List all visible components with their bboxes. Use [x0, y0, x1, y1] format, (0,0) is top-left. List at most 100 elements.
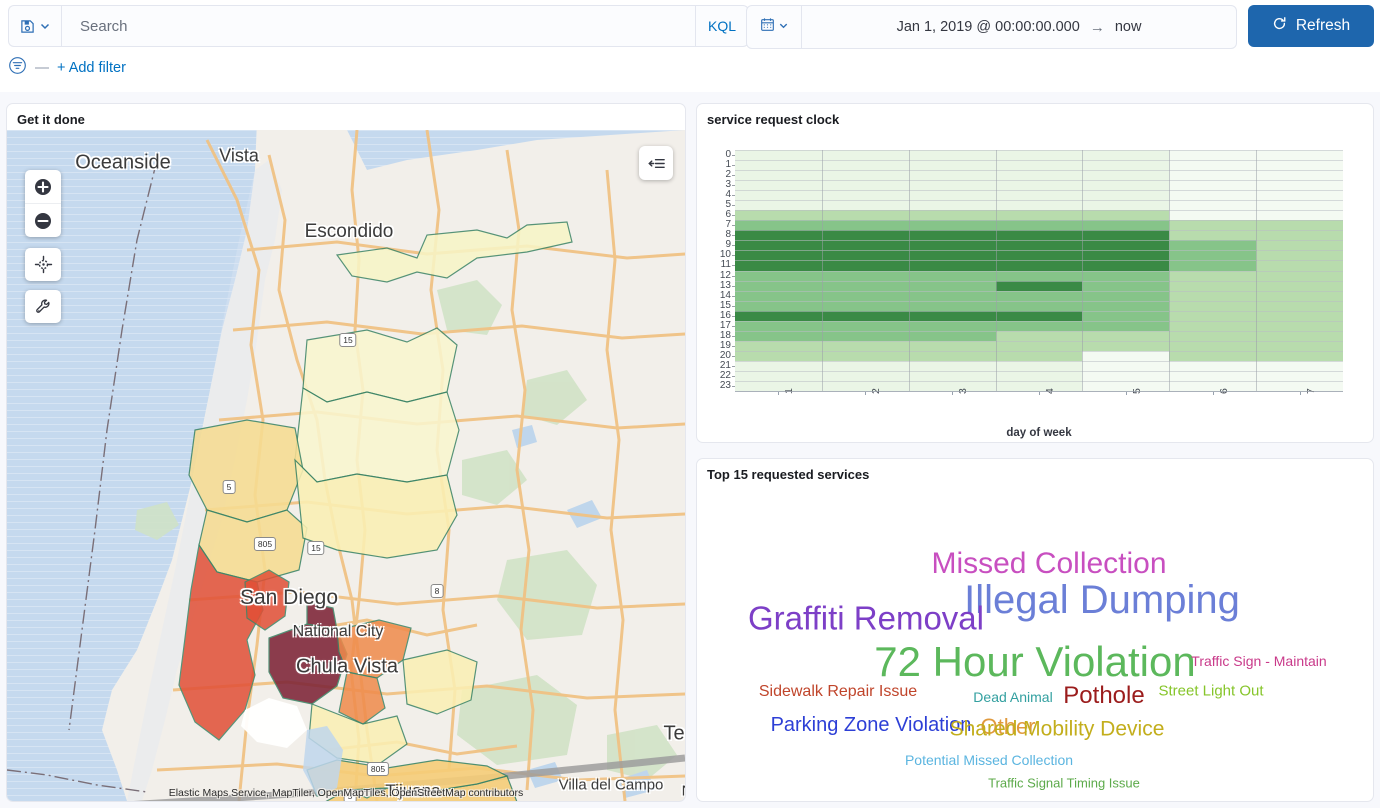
heatmap-cell[interactable] — [1169, 321, 1256, 331]
heatmap-cell[interactable] — [1082, 260, 1169, 270]
heatmap-cell[interactable] — [996, 331, 1083, 341]
heatmap-cell[interactable] — [1082, 250, 1169, 260]
heatmap-cell[interactable] — [822, 230, 909, 240]
heatmap-cell[interactable] — [1169, 190, 1256, 200]
tagcloud-word[interactable]: Missed Collection — [931, 549, 1166, 579]
heatmap-cell[interactable] — [909, 240, 996, 250]
search-input-wrapper[interactable] — [61, 5, 696, 47]
heatmap-cell[interactable] — [1256, 281, 1343, 291]
heatmap-cell[interactable] — [1082, 321, 1169, 331]
map-canvas[interactable]: OceansideVistaEscondidoSan DiegoNational… — [7, 130, 685, 801]
heatmap-cell[interactable] — [735, 341, 822, 351]
heatmap-cell[interactable] — [996, 351, 1083, 361]
heatmap-cell[interactable] — [1082, 361, 1169, 371]
heatmap-cell[interactable] — [1256, 361, 1343, 371]
heatmap-cell[interactable] — [735, 250, 822, 260]
heatmap-cell[interactable] — [1082, 291, 1169, 301]
heatmap-cell[interactable] — [735, 311, 822, 321]
heatmap-cell[interactable] — [735, 291, 822, 301]
heatmap-cell[interactable] — [996, 281, 1083, 291]
heatmap-cell[interactable] — [909, 351, 996, 361]
heatmap-cell[interactable] — [1082, 271, 1169, 281]
heatmap-cell[interactable] — [1256, 381, 1343, 391]
heatmap-cell[interactable] — [909, 381, 996, 391]
heatmap-cell[interactable] — [735, 160, 822, 170]
heatmap-cell[interactable] — [1169, 371, 1256, 381]
tagcloud-word[interactable]: Sidewalk Repair Issue — [759, 684, 917, 700]
heatmap-cell[interactable] — [822, 341, 909, 351]
heatmap-cell[interactable] — [1256, 150, 1343, 160]
map-tools-button[interactable] — [25, 290, 61, 323]
heatmap-cell[interactable] — [1169, 271, 1256, 281]
heatmap-cell[interactable] — [735, 170, 822, 180]
heatmap-cell[interactable] — [1256, 341, 1343, 351]
heatmap-cell[interactable] — [909, 331, 996, 341]
heatmap-cell[interactable] — [822, 240, 909, 250]
heatmap-cell[interactable] — [909, 371, 996, 381]
heatmap-cell[interactable] — [735, 371, 822, 381]
heatmap-cell[interactable] — [1256, 371, 1343, 381]
heatmap-cell[interactable] — [735, 271, 822, 281]
heatmap-cell[interactable] — [1082, 351, 1169, 361]
heatmap-cell[interactable] — [822, 381, 909, 391]
heatmap-cell[interactable] — [822, 311, 909, 321]
heatmap-cell[interactable] — [735, 220, 822, 230]
heatmap-cell[interactable] — [735, 240, 822, 250]
heatmap-cell[interactable] — [1256, 291, 1343, 301]
heatmap-cell[interactable] — [996, 311, 1083, 321]
map-zoom-out-button[interactable] — [25, 203, 61, 237]
date-quick-menu-button[interactable] — [747, 6, 802, 48]
heatmap-cell[interactable] — [996, 200, 1083, 210]
tagcloud-word[interactable]: 72 Hour Violation — [874, 641, 1195, 683]
heatmap-cell[interactable] — [822, 180, 909, 190]
tagcloud-word[interactable]: Traffic Signal Timing Issue — [988, 777, 1140, 790]
heatmap-cell[interactable] — [735, 180, 822, 190]
heatmap-cell[interactable] — [996, 160, 1083, 170]
heatmap-cell[interactable] — [1169, 150, 1256, 160]
heatmap-cell[interactable] — [1169, 351, 1256, 361]
heatmap-cell[interactable] — [996, 210, 1083, 220]
heatmap-cell[interactable] — [1169, 200, 1256, 210]
heatmap-cell[interactable] — [735, 150, 822, 160]
heatmap-cell[interactable] — [1169, 341, 1256, 351]
heatmap-cell[interactable] — [1169, 250, 1256, 260]
heatmap-cell[interactable] — [909, 160, 996, 170]
heatmap-cell[interactable] — [1169, 301, 1256, 311]
heatmap-cell[interactable] — [822, 210, 909, 220]
kql-language-button[interactable]: KQL — [696, 5, 749, 47]
tagcloud-word[interactable]: Shared Mobility Device — [950, 719, 1165, 740]
heatmap-cell[interactable] — [822, 220, 909, 230]
heatmap-cell[interactable] — [822, 301, 909, 311]
saved-query-button[interactable] — [8, 5, 61, 47]
heatmap-cell[interactable] — [1256, 250, 1343, 260]
heatmap-cell[interactable] — [1256, 331, 1343, 341]
heatmap-cell[interactable] — [996, 361, 1083, 371]
heatmap-cell[interactable] — [909, 260, 996, 270]
heatmap-cell[interactable] — [996, 190, 1083, 200]
heatmap-cell[interactable] — [996, 381, 1083, 391]
heatmap-cell[interactable] — [735, 361, 822, 371]
heatmap-cell[interactable] — [1169, 240, 1256, 250]
heatmap-cell[interactable] — [822, 321, 909, 331]
map-zoom-in-button[interactable] — [25, 170, 61, 203]
heatmap-cell[interactable] — [822, 200, 909, 210]
heatmap-cell[interactable] — [822, 160, 909, 170]
heatmap-cell[interactable] — [996, 271, 1083, 281]
heatmap-cell[interactable] — [1256, 230, 1343, 240]
heatmap-cell[interactable] — [996, 321, 1083, 331]
tagcloud-word[interactable]: Parking Zone Violation — [771, 715, 972, 735]
map-fit-bounds-button[interactable] — [25, 248, 61, 281]
heatmap-cell[interactable] — [1169, 281, 1256, 291]
heatmap-cell[interactable] — [1256, 180, 1343, 190]
heatmap-cell[interactable] — [909, 150, 996, 160]
heatmap-cell[interactable] — [996, 150, 1083, 160]
heatmap-cell[interactable] — [1256, 240, 1343, 250]
heatmap-cell[interactable] — [1082, 240, 1169, 250]
heatmap-cell[interactable] — [1169, 230, 1256, 240]
heatmap-cell[interactable] — [1256, 351, 1343, 361]
heatmap-cell[interactable] — [1256, 271, 1343, 281]
heatmap-cell[interactable] — [822, 150, 909, 160]
heatmap-cell[interactable] — [1169, 180, 1256, 190]
heatmap-cell[interactable] — [909, 250, 996, 260]
heatmap-cell[interactable] — [909, 271, 996, 281]
